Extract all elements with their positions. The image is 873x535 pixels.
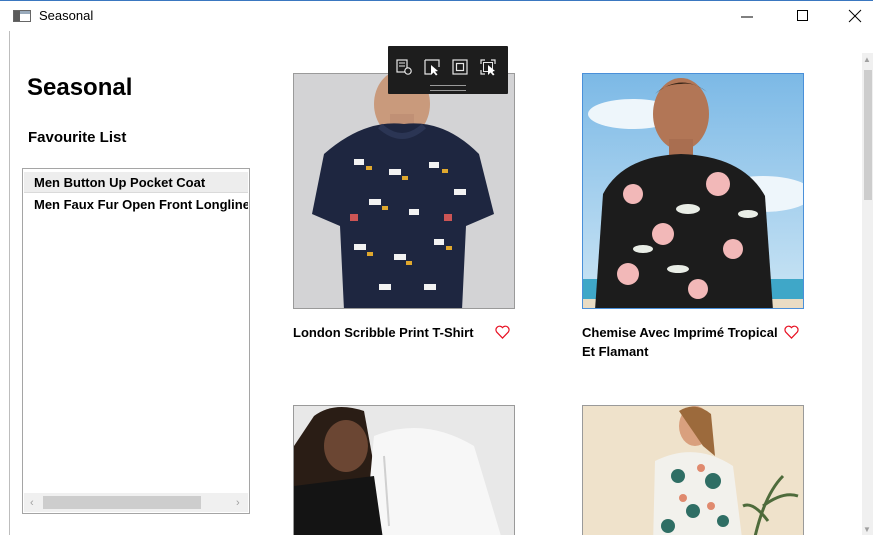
select-element-icon[interactable] bbox=[423, 58, 441, 76]
product-photo-dress bbox=[583, 406, 803, 535]
window-title: Seasonal bbox=[39, 8, 94, 23]
favourite-list-heading: Favourite List bbox=[28, 129, 127, 146]
display-layout-adorners-icon[interactable] bbox=[451, 58, 469, 76]
visual-tree-icon[interactable] bbox=[395, 58, 413, 76]
page-title: Seasonal bbox=[27, 74, 133, 101]
horizontal-scrollbar[interactable]: ‹ › bbox=[24, 493, 248, 512]
app-window: Seasonal Seasonal Favourite List Men But… bbox=[0, 0, 873, 535]
scrollbar-thumb[interactable] bbox=[864, 70, 872, 200]
list-item-label: Men Faux Fur Open Front Longline Coat bbox=[34, 197, 248, 212]
scrollbar-thumb[interactable] bbox=[43, 496, 201, 509]
content-border bbox=[9, 31, 10, 535]
product-image[interactable] bbox=[293, 73, 515, 309]
product-photo-hoodie bbox=[294, 406, 514, 535]
product-title: London Scribble Print T-Shirt bbox=[293, 325, 474, 340]
vertical-scrollbar[interactable]: ▲ ▼ bbox=[862, 53, 873, 535]
favourite-listbox[interactable]: Men Button Up Pocket Coat Men Faux Fur O… bbox=[22, 168, 250, 514]
list-item[interactable]: Men Button Up Pocket Coat bbox=[24, 172, 248, 193]
close-icon bbox=[848, 9, 862, 23]
product-title: Chemise Avec Imprimé Tropical Et Flamant bbox=[582, 325, 778, 359]
product-image[interactable] bbox=[582, 73, 804, 309]
minimize-icon bbox=[741, 16, 753, 18]
toolbar-drag-handle[interactable] bbox=[430, 85, 466, 91]
track-focused-element-icon[interactable] bbox=[479, 58, 497, 76]
scroll-right-icon[interactable]: › bbox=[236, 497, 240, 509]
product-photo-floral-shirt bbox=[583, 74, 803, 308]
product-image[interactable] bbox=[582, 405, 804, 535]
list-item-label: Men Button Up Pocket Coat bbox=[34, 175, 206, 190]
heart-icon[interactable] bbox=[495, 325, 510, 339]
list-item[interactable]: Men Faux Fur Open Front Longline Coat bbox=[24, 194, 248, 215]
debug-toolbar bbox=[388, 46, 508, 94]
heart-icon[interactable] bbox=[784, 325, 799, 339]
maximize-button[interactable] bbox=[780, 1, 826, 31]
scroll-down-icon[interactable]: ▼ bbox=[863, 525, 871, 534]
product-image[interactable] bbox=[293, 405, 515, 535]
maximize-icon bbox=[797, 10, 808, 21]
title-bar[interactable]: Seasonal bbox=[0, 1, 873, 31]
product-photo-tshirt bbox=[294, 74, 514, 308]
minimize-button[interactable] bbox=[724, 1, 770, 31]
scroll-up-icon[interactable]: ▲ bbox=[863, 55, 871, 64]
close-button[interactable] bbox=[832, 1, 873, 31]
scroll-left-icon[interactable]: ‹ bbox=[30, 497, 34, 509]
app-icon bbox=[13, 10, 31, 22]
